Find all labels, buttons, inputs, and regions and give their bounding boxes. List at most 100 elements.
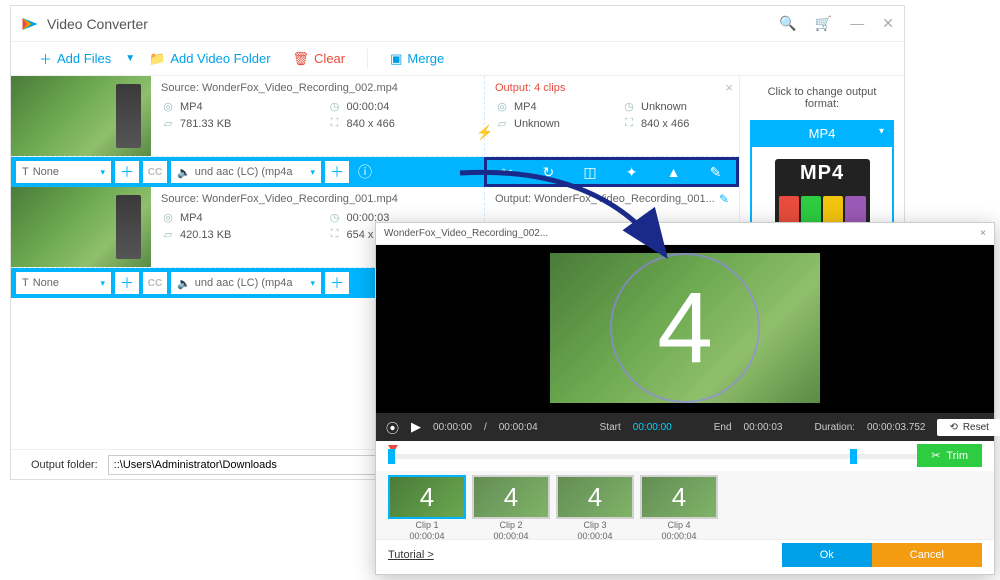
output-folder-label: Output folder: <box>31 459 98 471</box>
add-audio-button[interactable]: ＋ <box>325 272 349 294</box>
refresh-icon: ⟲ <box>949 422 957 433</box>
audio-select[interactable]: 🔈und aac (LC) (mp4a <box>171 272 321 294</box>
duration-value: 00:00:03.752 <box>867 422 925 433</box>
folder-icon: ▱ <box>161 117 175 130</box>
format-tab[interactable]: MP4 <box>750 120 894 147</box>
bolt-icon: ⚡ <box>476 124 493 141</box>
player-controls: ⦿ ▶ 00:00:00/00:00:04 Start 00:00:00 End… <box>376 413 994 441</box>
audio-select[interactable]: 🔈und aac (LC) (mp4a <box>171 161 321 183</box>
cancel-button[interactable]: Cancel <box>872 543 982 567</box>
cart-icon[interactable]: 🛒 <box>815 15 832 32</box>
app-logo-icon <box>21 15 39 33</box>
close-icon[interactable]: × <box>980 228 986 239</box>
subtitle-icon: T <box>22 277 29 289</box>
editor-title: WonderFox_Video_Recording_002... <box>384 228 548 239</box>
resolution-icon: ⛶ <box>328 228 342 241</box>
add-subtitle-button[interactable]: ＋ <box>115 272 139 294</box>
meta-format: ◎MP4 <box>161 100 308 113</box>
preview-frame[interactable]: 4 <box>550 253 820 403</box>
close-icon[interactable]: ✕ <box>882 15 894 32</box>
reset-button[interactable]: ⟲Reset <box>937 419 1000 436</box>
resolution-icon: ⛶ <box>328 117 342 130</box>
toolbar: ＋Add Files ▼ 📁Add Video Folder 🗑Clear ▣M… <box>11 42 904 76</box>
time-current: 00:00:00 <box>433 422 472 433</box>
meta-resolution: ⛶840 x 466 <box>328 117 475 130</box>
preview-area: 4 <box>376 245 994 413</box>
timeline-track[interactable] <box>388 454 982 459</box>
format-icon: ◎ <box>161 100 175 113</box>
resolution-icon: ⛶ <box>622 117 636 130</box>
merge-button[interactable]: ▣Merge <box>382 47 452 71</box>
folder-icon: ▱ <box>495 117 509 130</box>
ok-button[interactable]: Ok <box>782 543 872 567</box>
add-files-button[interactable]: ＋Add Files <box>31 45 119 72</box>
chevron-down-icon[interactable]: ▼ <box>125 53 135 64</box>
format-hint: Click to change output format: <box>750 86 894 110</box>
tutorial-link[interactable]: Tutorial > <box>388 549 434 561</box>
format-icon: ◎ <box>495 100 509 113</box>
time-total: 00:00:04 <box>499 422 538 433</box>
clock-icon: ◷ <box>328 211 342 224</box>
minimize-icon[interactable]: — <box>850 15 864 32</box>
clip-item[interactable]: 4Clip 100:00:04 <box>388 475 466 535</box>
source-path: Source: WonderFox_Video_Recording_002.mp… <box>161 82 474 94</box>
clock-icon: ◷ <box>622 100 636 113</box>
cut-icon[interactable]: ✂ <box>502 164 514 181</box>
cc-button[interactable]: CC <box>143 272 167 294</box>
subtitle-select[interactable]: TNone <box>16 272 111 294</box>
editor-footer: Tutorial > Ok Cancel <box>376 539 994 569</box>
subtitle-select[interactable]: TNone <box>16 161 111 183</box>
add-subtitle-button[interactable]: ＋ <box>115 161 139 183</box>
pen-icon[interactable]: ✎ <box>710 164 722 181</box>
remove-file-button[interactable]: × <box>725 80 733 95</box>
add-audio-button[interactable]: ＋ <box>325 161 349 183</box>
source-path: Source: WonderFox_Video_Recording_001.mp… <box>161 193 474 205</box>
trim-editor-dialog: WonderFox_Video_Recording_002... × 4 ⦿ ▶… <box>375 222 995 575</box>
play-icon[interactable]: ▶ <box>411 419 421 435</box>
format-icon: ◎ <box>161 211 175 224</box>
merge-icon: ▣ <box>390 51 402 67</box>
end-value[interactable]: 00:00:03 <box>744 422 783 433</box>
trim-button[interactable]: ✂Trim <box>917 444 982 467</box>
output-title: Output: WonderFox_Video_Recording_001... <box>495 193 729 205</box>
subtitle-icon: T <box>22 166 29 178</box>
speaker-icon: 🔈 <box>177 277 191 290</box>
trim-end-handle[interactable] <box>850 449 857 464</box>
separator <box>367 49 368 69</box>
rotate-icon[interactable]: ↻ <box>542 164 554 181</box>
meta-size: ▱781.33 KB <box>161 117 308 130</box>
output-folder-input[interactable] <box>108 455 398 475</box>
end-label: End <box>714 422 732 433</box>
watermark-icon[interactable]: ▲ <box>667 164 681 180</box>
trash-icon: 🗑 <box>293 51 310 67</box>
folder-icon: ▱ <box>161 228 175 241</box>
cc-button[interactable]: CC <box>143 161 167 183</box>
edit-icon[interactable]: ✎ <box>719 192 729 206</box>
effects-icon[interactable]: ✦ <box>626 164 638 181</box>
video-thumbnail[interactable] <box>11 76 151 156</box>
clear-button[interactable]: 🗑Clear <box>285 47 354 71</box>
clip-item[interactable]: 4Clip 300:00:04 <box>556 475 634 535</box>
start-value[interactable]: 00:00:00 <box>633 422 672 433</box>
file-row[interactable]: Source: WonderFox_Video_Recording_002.mp… <box>11 76 739 157</box>
plus-icon: ＋ <box>39 49 52 68</box>
meta-duration: ◷00:00:04 <box>328 100 475 113</box>
file-strip: TNone ＋ CC 🔈und aac (LC) (mp4a ＋ ⓘ ✂ ↻ ◫… <box>11 157 739 187</box>
clip-item[interactable]: 4Clip 200:00:04 <box>472 475 550 535</box>
info-button[interactable]: ⓘ <box>353 161 377 183</box>
start-label: Start <box>600 422 621 433</box>
search-icon[interactable]: 🔍 <box>779 15 796 32</box>
add-folder-button[interactable]: 📁Add Video Folder <box>141 47 278 71</box>
trim-start-handle[interactable] <box>388 449 395 464</box>
folder-icon: 📁 <box>149 51 165 67</box>
prev-frame-icon[interactable]: ⦿ <box>386 418 399 437</box>
countdown-number: 4 <box>550 253 820 403</box>
titlebar: Video Converter 🔍 🛒 — ✕ <box>11 6 904 42</box>
app-title: Video Converter <box>47 16 779 32</box>
clip-item[interactable]: 4Clip 400:00:04 <box>640 475 718 535</box>
output-title: Output: 4 clips <box>495 82 729 94</box>
video-thumbnail[interactable] <box>11 187 151 267</box>
speaker-icon: 🔈 <box>177 166 191 179</box>
crop-icon[interactable]: ◫ <box>583 164 596 181</box>
timeline[interactable]: ✂Trim <box>376 441 994 471</box>
